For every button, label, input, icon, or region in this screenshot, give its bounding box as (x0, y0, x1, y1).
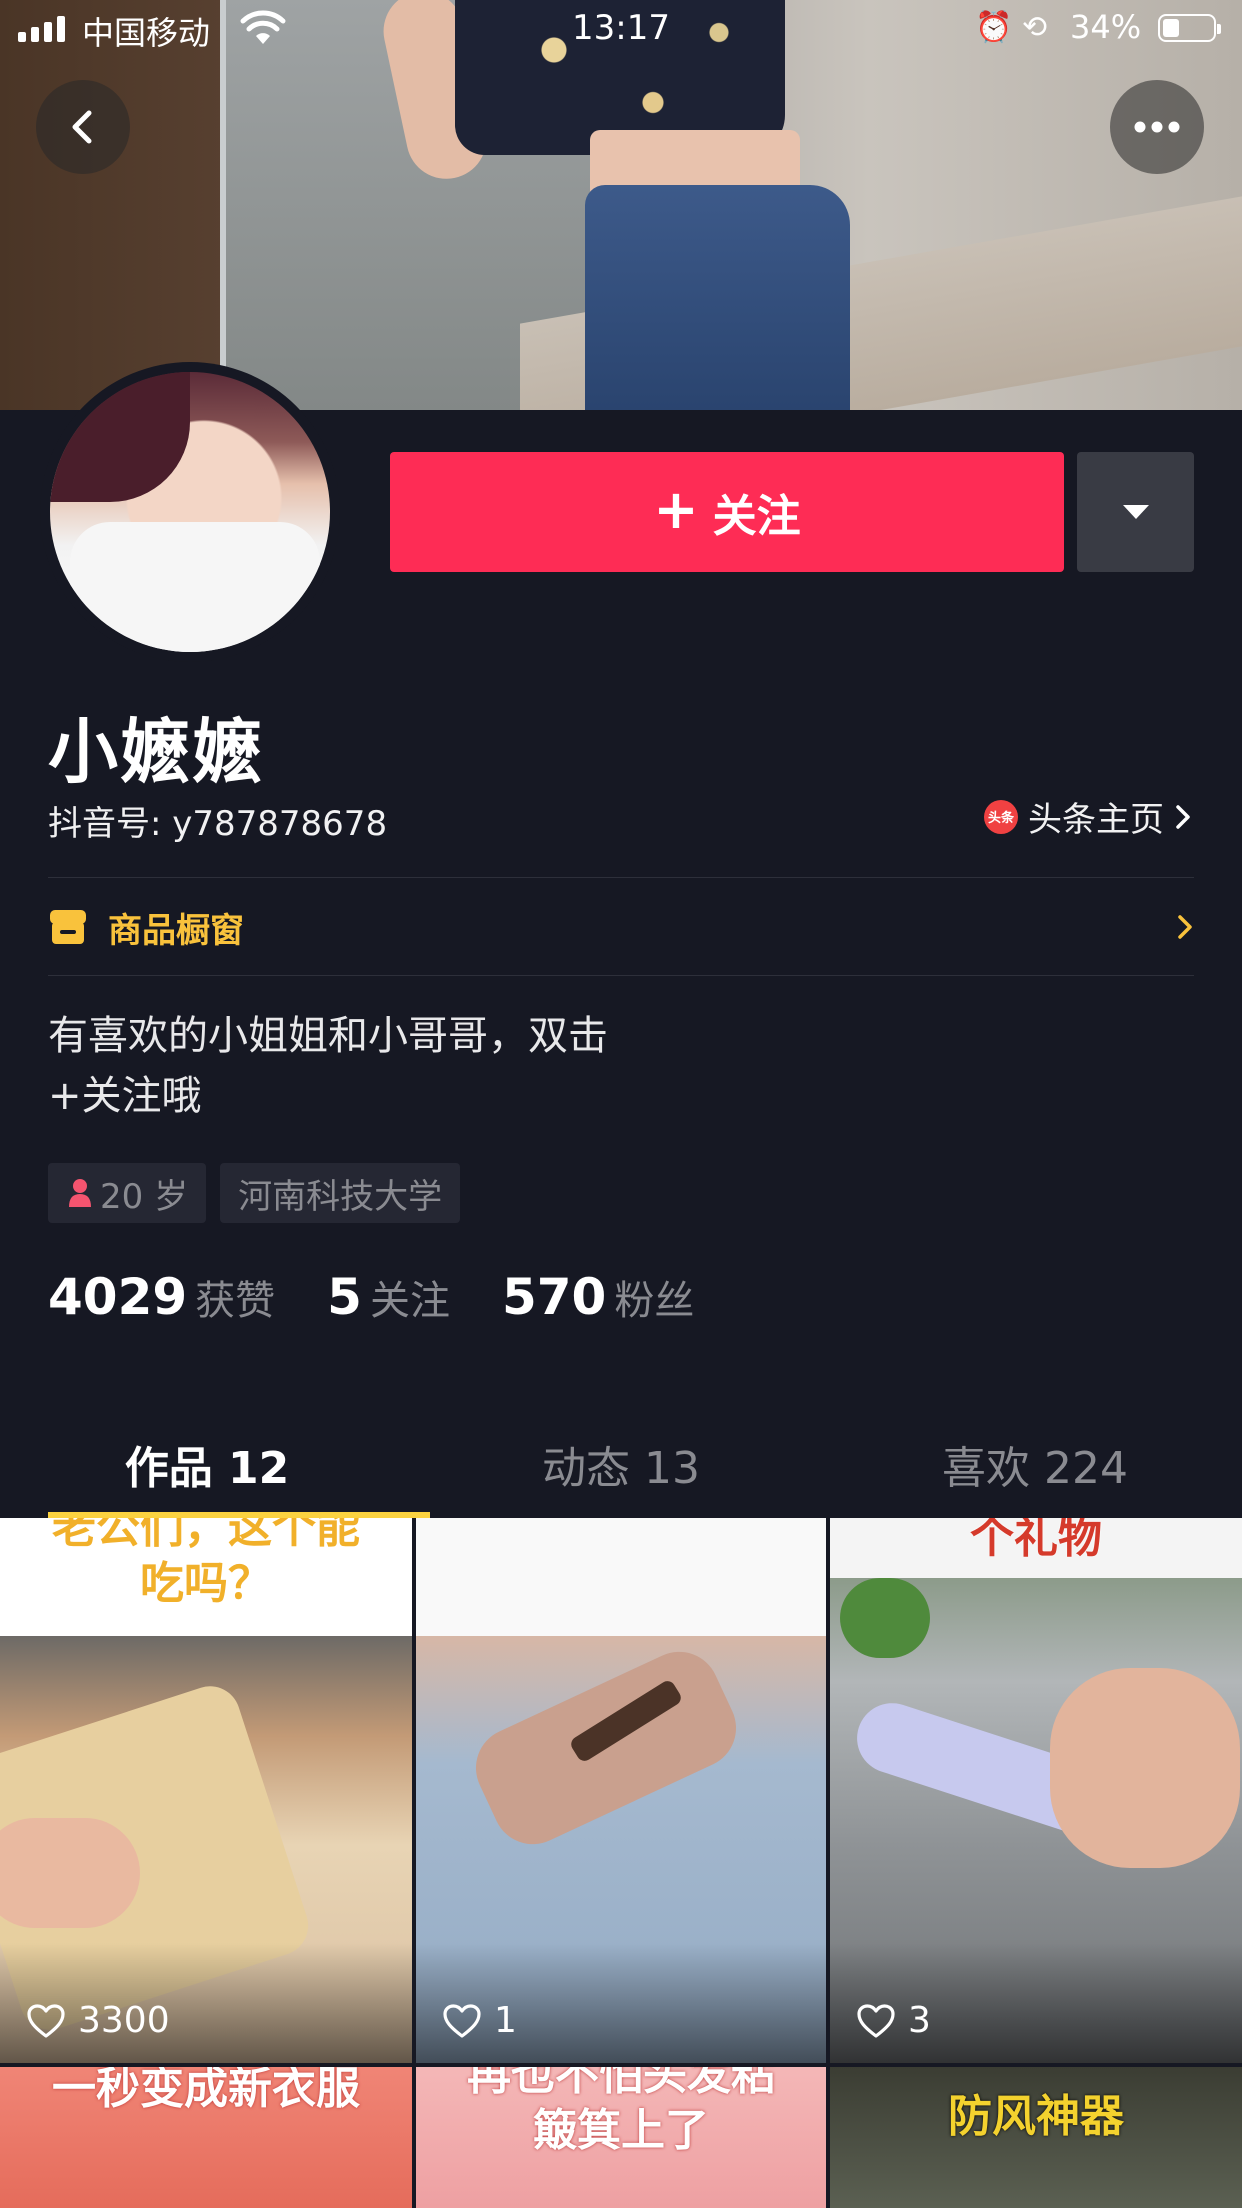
status-bar: 中国移动 13:17 ⏰ ⟲ 34% (0, 0, 1242, 60)
likes-stat: 4029 获赞 (48, 1268, 275, 1326)
chevron-right-icon (1176, 804, 1190, 829)
shop-icon (50, 910, 86, 944)
toutiao-icon: 头条 (984, 799, 1018, 834)
toutiao-label: 头条主页 (1028, 800, 1164, 840)
stat-label: 粉丝 (614, 1278, 695, 1324)
toutiao-homepage-link[interactable]: 头条 头条主页 (984, 792, 1192, 841)
following-stat[interactable]: 5 关注 (327, 1268, 450, 1326)
video-caption: 个礼物 (970, 1518, 1102, 1563)
alarm-icon: ⏰ (975, 10, 1013, 45)
heart-icon (857, 2003, 895, 2038)
nickname: 小嬷嬷 (48, 711, 264, 793)
recommend-dropdown-button[interactable] (1077, 452, 1194, 572)
age-label: 20 岁 (100, 1176, 189, 1217)
cover-photo (0, 0, 1242, 410)
stat-label: 关注 (369, 1278, 450, 1324)
avatar-image (50, 372, 330, 652)
video-caption: 防风神器 (948, 2091, 1124, 2142)
video-thumbnail[interactable]: 1 (416, 1518, 826, 2063)
shop-window-row[interactable]: 商品橱窗 (48, 878, 1194, 976)
more-button[interactable] (1110, 80, 1204, 174)
follow-label: 关注 (712, 491, 801, 542)
tab-activity[interactable]: 动态 13 (414, 1410, 828, 1518)
heart-icon (443, 2003, 481, 2038)
like-count: 1 (442, 2000, 517, 2041)
age-tag: 20 岁 (48, 1163, 207, 1223)
shop-window-label: 商品橱窗 (108, 910, 244, 951)
heart-icon (27, 2003, 65, 2038)
bio-line: 有喜欢的小姐姐和小哥哥，双击 (48, 1013, 608, 1059)
video-thumbnail[interactable]: 防风神器 (830, 2067, 1242, 2208)
cover-jeans (585, 185, 850, 410)
bio: 有喜欢的小姐姐和小哥哥，双击 +关注哦 (48, 1006, 768, 1126)
follow-button[interactable]: + 关注 (390, 452, 1064, 572)
profile-tabs: 作品 12 动态 13 喜欢 224 (0, 1410, 1242, 1518)
rotation-lock-icon: ⟲ (1022, 10, 1048, 45)
video-thumbnail[interactable]: 一秒变成新衣服 (0, 2067, 412, 2208)
video-caption: 再也不怕头发粘 簸箕上了 (467, 2067, 775, 2156)
video-thumbnail[interactable]: 老公们，这个能 吃吗？ 3300 (0, 1518, 412, 2063)
stat-label: 获赞 (195, 1278, 276, 1324)
stat-number: 5 (327, 1268, 362, 1326)
battery-icon (1158, 14, 1221, 42)
back-button[interactable] (36, 80, 130, 174)
tab-likes[interactable]: 喜欢 224 (828, 1410, 1242, 1518)
like-count-value: 3300 (78, 2000, 170, 2041)
video-grid: 老公们，这个能 吃吗？ 3300 1 个礼物 3 一秒变成新衣服 再也不怕头发粘… (0, 1518, 1242, 2208)
avatar[interactable] (40, 362, 340, 662)
video-thumbnail[interactable]: 再也不怕头发粘 簸箕上了 (416, 2067, 826, 2208)
thumbnail-hand (0, 1818, 140, 1928)
plus-icon: + (653, 478, 699, 541)
more-dots-icon (1134, 121, 1180, 133)
divider (48, 975, 1194, 976)
school-label: 河南科技大学 (238, 1176, 443, 1217)
like-count: 3 (856, 2000, 931, 2041)
chevron-right-icon (1178, 915, 1192, 939)
douyin-id[interactable]: 抖音号: y787878678 (48, 796, 387, 845)
video-thumbnail[interactable]: 个礼物 3 (830, 1518, 1242, 2063)
avatar-hair (50, 372, 190, 502)
female-icon (69, 1179, 91, 1207)
clock: 13:17 (572, 8, 670, 48)
followers-stat[interactable]: 570 粉丝 (502, 1268, 694, 1326)
stats: 4029 获赞 5 关注 570 粉丝 (48, 1268, 694, 1326)
video-caption: 老公们，这个能 吃吗？ (52, 1518, 360, 1609)
tab-works[interactable]: 作品 12 (0, 1410, 414, 1518)
caret-down-icon (1122, 505, 1149, 519)
stat-number: 4029 (48, 1268, 188, 1326)
stat-number: 570 (501, 1268, 607, 1326)
like-count-value: 3 (908, 2000, 931, 2041)
like-count-value: 1 (494, 2000, 517, 2041)
tags: 20 岁 河南科技大学 (48, 1163, 461, 1223)
battery-level (1163, 19, 1180, 37)
avatar-dress (70, 522, 320, 652)
school-tag: 河南科技大学 (220, 1163, 461, 1223)
chevron-left-icon (72, 110, 92, 144)
video-caption: 一秒变成新衣服 (52, 2067, 360, 2114)
battery-percent: 34% (1070, 8, 1142, 46)
thumbnail-hand (1050, 1668, 1240, 1868)
like-count: 3300 (26, 2000, 170, 2041)
thumbnail-plant (840, 1578, 930, 1658)
bio-line: +关注哦 (48, 1073, 202, 1119)
